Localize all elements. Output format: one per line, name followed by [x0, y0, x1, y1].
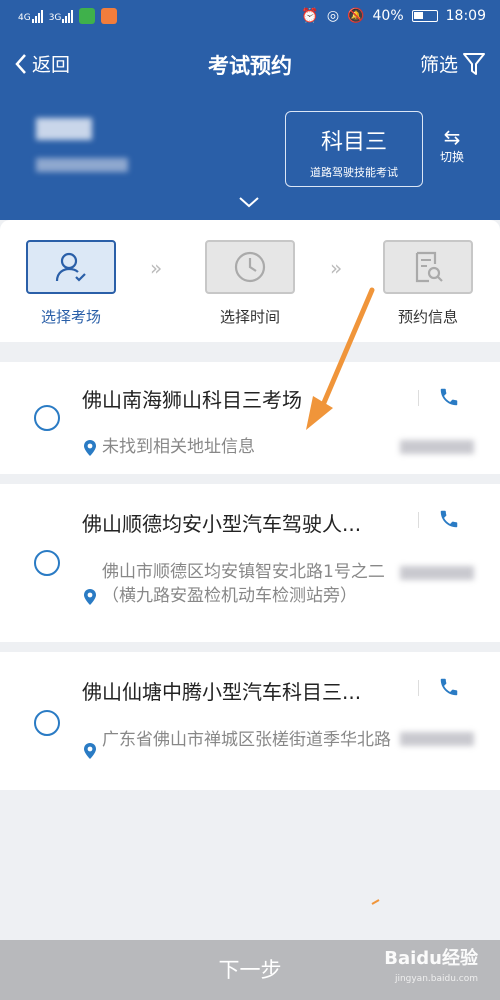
- switch-button[interactable]: ⇆ 切换: [434, 126, 470, 165]
- phone-icon[interactable]: [438, 386, 460, 408]
- step-icon-box: [26, 240, 116, 294]
- step-icon-box: [205, 240, 295, 294]
- venue-address: 广东省佛山市禅城区张槎街道季华北路: [82, 728, 392, 760]
- document-search-icon: [415, 251, 443, 283]
- venue-name: 佛山仙塘中腾小型汽车科目三...: [82, 680, 362, 704]
- mute-icon: 🔕: [347, 8, 365, 24]
- clock-time: 18:09: [445, 8, 486, 24]
- venue-address-text: 广东省佛山市禅城区张槎街道季华北路: [102, 730, 391, 750]
- venue-radio[interactable]: [34, 405, 60, 431]
- step-label: 选择考场: [40, 308, 101, 326]
- phone-icon[interactable]: [438, 508, 460, 530]
- step-indicator: 选择考场 » 选择时间 » 预约信息: [0, 220, 500, 342]
- location-pin-icon: [84, 440, 96, 456]
- alarm-icon: ⏰: [301, 8, 319, 24]
- next-step-label: 下一步: [218, 958, 282, 982]
- filter-button[interactable]: 筛选: [420, 50, 486, 77]
- venue-radio[interactable]: [34, 550, 60, 576]
- divider: [418, 390, 419, 406]
- swap-arrows-icon: ⇆: [443, 125, 461, 149]
- venue-item[interactable]: 佛山仙塘中腾小型汽车科目三... 广东省佛山市禅城区张槎街道季华北路: [0, 652, 500, 790]
- double-chevron-icon: »: [150, 256, 163, 280]
- divider: [418, 512, 419, 528]
- funnel-icon: [463, 52, 485, 75]
- step-select-time[interactable]: 选择时间: [204, 240, 296, 327]
- venue-name: 佛山顺德均安小型汽车驾驶人...: [82, 512, 362, 536]
- location-icon: ◎: [326, 8, 340, 24]
- venue-radio[interactable]: [34, 710, 60, 736]
- chevron-down-icon: [239, 197, 259, 208]
- network-type-label: 4G: [18, 12, 31, 23]
- signal-icon-2: 3G: [48, 9, 74, 23]
- battery-percent: 40%: [372, 8, 404, 24]
- venue-item[interactable]: 佛山顺德均安小型汽车驾驶人... 佛山市顺德区均安镇智安北路1号之二（横九路安盈…: [0, 484, 500, 642]
- gift-app-icon: [101, 8, 118, 24]
- subject-selector[interactable]: 科目三 道路驾驶技能考试: [285, 111, 423, 187]
- user-name-redacted: [36, 118, 92, 140]
- expand-button[interactable]: [238, 196, 260, 212]
- filter-label: 筛选: [419, 54, 458, 76]
- baidu-watermark: Baidu经验: [384, 948, 478, 969]
- status-left: 4G 3G: [18, 8, 118, 24]
- switch-label: 切换: [439, 150, 464, 164]
- location-pin-icon: [84, 589, 96, 605]
- step-label: 选择时间: [219, 308, 280, 326]
- phone-icon[interactable]: [438, 676, 460, 698]
- location-pin-icon: [84, 743, 96, 759]
- step-booking-info[interactable]: 预约信息: [382, 240, 474, 327]
- network-type-label-2: 3G: [48, 12, 62, 23]
- header: 返回 考试预约 筛选 科目三 道路驾驶技能考试 ⇆ 切换: [0, 34, 500, 220]
- venue-address: 佛山市顺德区均安镇智安北路1号之二（横九路安盈检机动车检测站旁）: [82, 560, 392, 608]
- person-check-icon: [55, 252, 86, 282]
- phone-number-redacted: [400, 566, 474, 580]
- status-bar: 4G 3G ⏰ ◎ 🔕 40% 18:09: [0, 0, 500, 34]
- venue-address-text: 未找到相关地址信息: [102, 437, 255, 457]
- venue-name: 佛山南海狮山科目三考场: [82, 388, 302, 412]
- step-label: 预约信息: [397, 308, 458, 326]
- venue-address-text: 佛山市顺德区均安镇智安北路1号之二（横九路安盈检机动车检测站旁）: [102, 562, 385, 606]
- venue-item[interactable]: 佛山南海狮山科目三考场 未找到相关地址信息: [0, 362, 500, 474]
- video-app-icon: [79, 8, 96, 24]
- signal-icon: 4G: [18, 9, 43, 23]
- clock-icon: [234, 251, 266, 283]
- step-icon-box: [383, 240, 473, 294]
- battery-icon: [411, 10, 438, 22]
- divider: [418, 680, 419, 696]
- watermark-url: jingyan.baidu.com: [394, 974, 478, 984]
- subject-name: 科目三: [320, 130, 387, 155]
- venue-address: 未找到相关地址信息: [82, 435, 392, 459]
- status-right: ⏰ ◎ 🔕 40% 18:09: [301, 8, 486, 24]
- step-select-venue[interactable]: 选择考场: [25, 240, 117, 327]
- phone-number-redacted: [400, 440, 474, 454]
- double-chevron-icon: »: [330, 256, 343, 280]
- user-id-redacted: [36, 158, 128, 172]
- subject-desc: 道路驾驶技能考试: [310, 166, 398, 179]
- phone-number-redacted: [400, 732, 474, 746]
